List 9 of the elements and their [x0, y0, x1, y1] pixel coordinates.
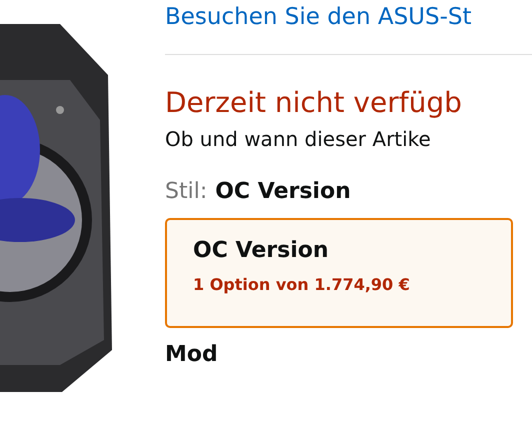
- style-option[interactable]: OC Version 1 Option von 1.774,90 €: [165, 218, 513, 328]
- availability-status: Derzeit nicht verfügb: [165, 85, 463, 121]
- style-label: Stil:: [165, 179, 208, 204]
- section-heading: Mod: [165, 342, 219, 367]
- option-name: OC Version: [193, 238, 330, 263]
- availability-note: Ob und wann dieser Artike: [165, 126, 432, 153]
- store-link[interactable]: Besuchen Sie den ASUS-St: [165, 2, 472, 32]
- option-offer: 1 Option von 1.774,90 €: [193, 275, 411, 294]
- style-value: OC Version: [215, 179, 351, 204]
